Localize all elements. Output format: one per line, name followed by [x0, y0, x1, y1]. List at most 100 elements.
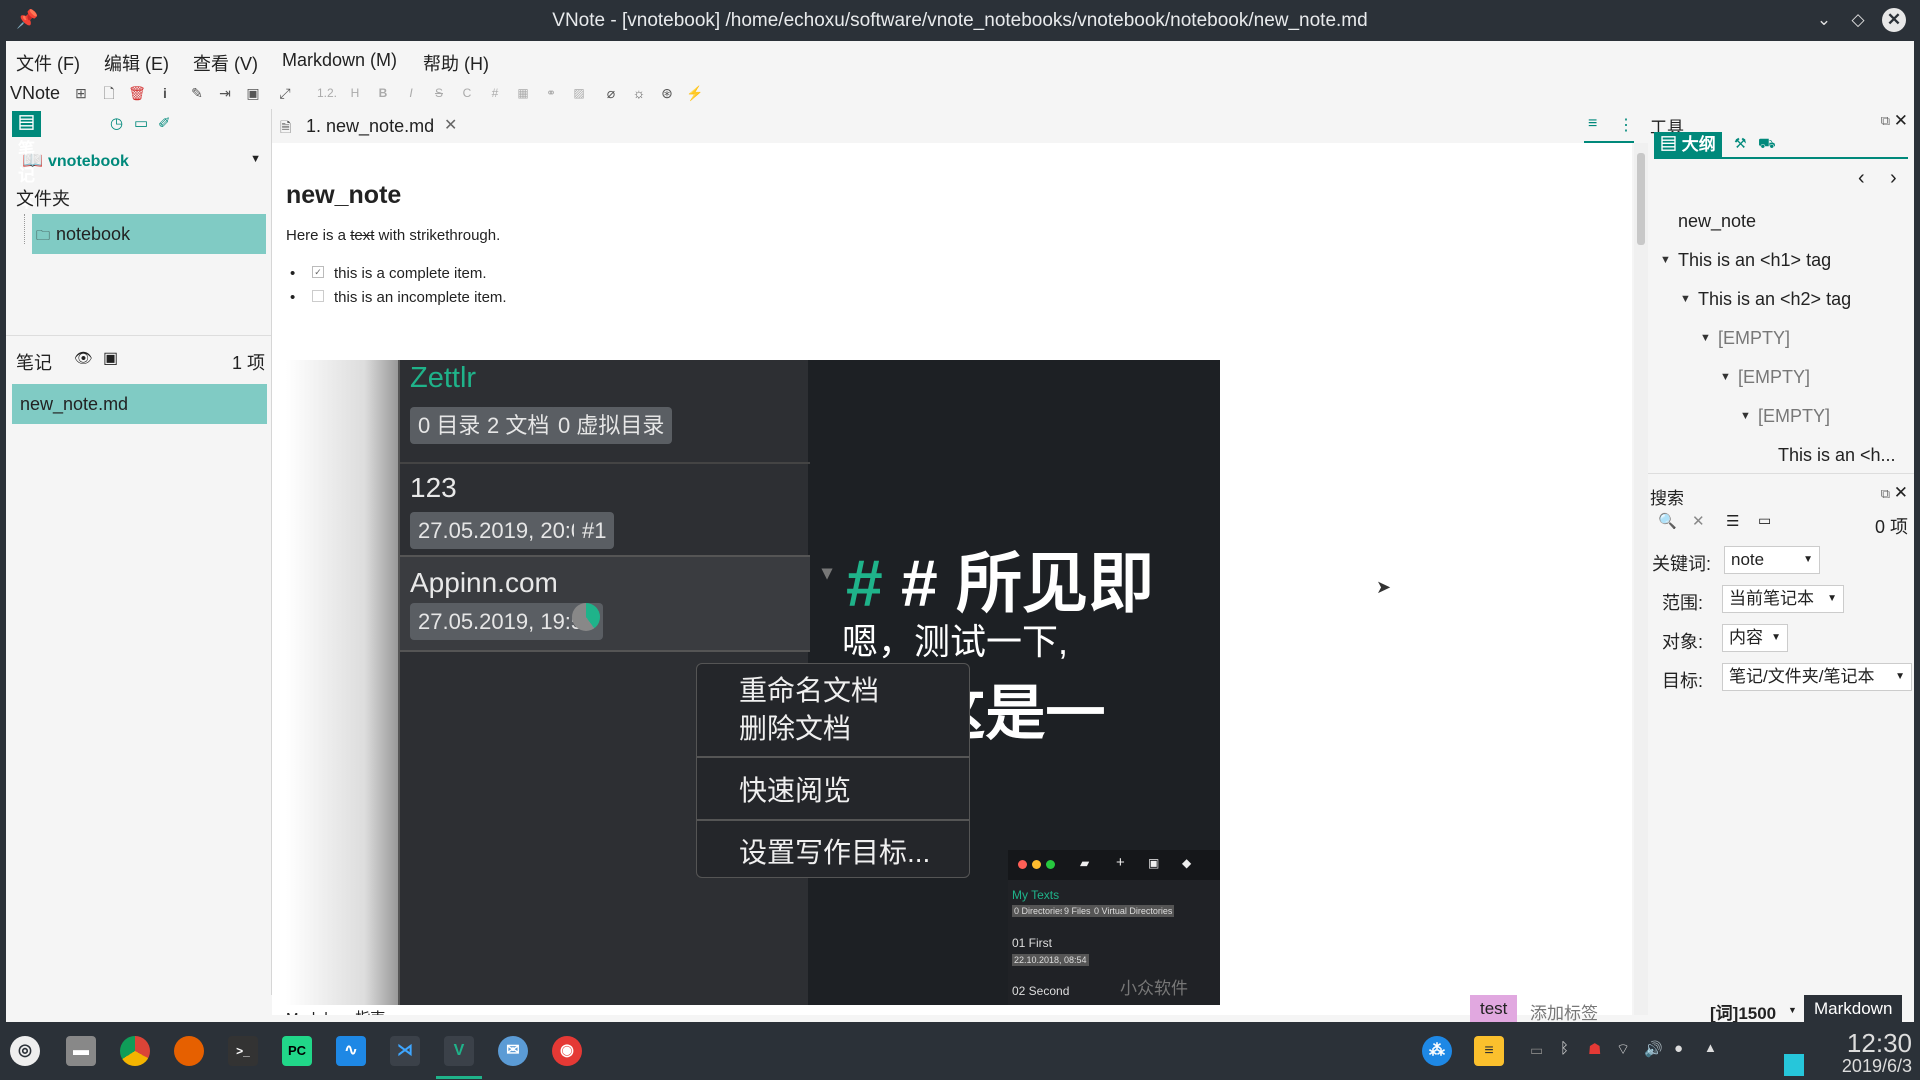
triangle-icon[interactable]: ▼	[1720, 371, 1731, 383]
eye-icon[interactable]: 👁	[74, 349, 93, 367]
chrome-icon[interactable]	[120, 1036, 150, 1066]
console-icon[interactable]: ▭	[1758, 512, 1771, 529]
discard-exit-icon[interactable]: ⇥	[214, 82, 236, 104]
attachment-icon[interactable]: ⌀	[600, 82, 622, 104]
notebook-selector[interactable]: 📖 vnotebook ▼	[16, 149, 271, 175]
forward-icon[interactable]: ›	[1890, 167, 1897, 190]
heading-sequence-icon[interactable]: 1.2.	[316, 82, 338, 104]
info-icon[interactable]: i	[154, 82, 176, 104]
menu-view[interactable]: 查看 (V)	[193, 50, 258, 76]
bold-icon[interactable]: B	[372, 82, 394, 104]
wifi-icon[interactable]: ⌔	[1616, 1040, 1630, 1059]
universal-entry-icon[interactable]: ⊛	[656, 82, 678, 104]
editor-scrollbar[interactable]	[1634, 143, 1648, 1015]
explorer-icon[interactable]: ▭	[134, 114, 148, 132]
close-window-button[interactable]: ✕	[1882, 8, 1906, 32]
code-block-icon[interactable]: #	[484, 82, 506, 104]
add-tag-button[interactable]: 添加标签	[1530, 999, 1598, 1024]
folder-item-notebook[interactable]: 🗀 notebook	[32, 214, 266, 254]
new-notebook-icon[interactable]: ⊞	[70, 82, 92, 104]
workspace-indicator[interactable]	[1784, 1054, 1804, 1076]
tag-icon[interactable]: ✐	[158, 114, 171, 132]
outline-item-h2[interactable]: This is an <h2> tag	[1698, 289, 1851, 310]
outline-item-h-more[interactable]: This is an <h...	[1778, 445, 1896, 466]
terminal-icon[interactable]: >_	[228, 1036, 258, 1066]
outline-item-empty-3[interactable]: [EMPTY]	[1758, 406, 1830, 427]
advanced-icon[interactable]: ☰	[1726, 512, 1739, 530]
menu-markdown[interactable]: Markdown (M)	[282, 50, 397, 71]
heading-icon[interactable]: H	[344, 82, 366, 104]
delete-icon[interactable]: 🗑	[126, 82, 148, 104]
close-icon[interactable]: ✕	[1894, 111, 1908, 131]
triangle-icon[interactable]: ▼	[1740, 410, 1751, 422]
vnote-taskbar-icon[interactable]: V	[444, 1036, 474, 1066]
status-dot-icon[interactable]: ●	[1674, 1040, 1683, 1057]
view-icon[interactable]: ▣	[103, 348, 118, 368]
maximize-icon[interactable]: ◇	[1846, 8, 1870, 32]
table-icon[interactable]: ▦	[512, 82, 534, 104]
vscode-icon[interactable]: ⋊	[390, 1036, 420, 1066]
triangle-icon[interactable]: ▼	[1700, 332, 1711, 344]
notes-app-icon[interactable]: ≡	[1474, 1036, 1504, 1066]
list-icon[interactable]: ≡	[1588, 115, 1597, 133]
tools-icon[interactable]: ⚒	[1734, 135, 1747, 152]
flash-icon[interactable]: ⚡	[684, 82, 706, 104]
keyword-input[interactable]: note ▼	[1724, 546, 1820, 574]
checkbox-checked[interactable]: ✓	[312, 266, 324, 278]
strikethrough-icon[interactable]: S	[428, 82, 450, 104]
ghost-icon[interactable]: ☗	[1588, 1040, 1601, 1058]
menu-edit[interactable]: 编辑 (E)	[104, 50, 169, 76]
back-icon[interactable]: ‹	[1858, 167, 1865, 190]
cart-icon[interactable]: ⛟	[1758, 135, 1776, 154]
outline-item-empty-1[interactable]: [EMPTY]	[1718, 328, 1790, 349]
launcher-icon[interactable]: ◎	[10, 1036, 40, 1066]
firefox-icon[interactable]	[174, 1036, 204, 1066]
file-manager-icon[interactable]: ▬	[66, 1036, 96, 1066]
bluetooth-icon[interactable]: ᛒ	[1560, 1040, 1569, 1057]
object-select[interactable]: 内容 ▼	[1722, 624, 1788, 652]
mode-indicator[interactable]: Markdown	[1804, 995, 1903, 1022]
network-app-icon[interactable]: ⁂	[1422, 1036, 1452, 1066]
keyboard-icon[interactable]: ▭	[1530, 1042, 1543, 1059]
new-note-icon[interactable]: 🗋	[98, 82, 120, 104]
outline-item-empty-2[interactable]: [EMPTY]	[1738, 367, 1810, 388]
save-icon[interactable]: ▣	[242, 82, 264, 104]
chevron-up-icon[interactable]: ▲	[1704, 1040, 1717, 1055]
search-icon[interactable]: 🔍	[1658, 512, 1677, 530]
close-tab-icon[interactable]: ✕	[444, 115, 457, 135]
volume-icon[interactable]: 🔊	[1644, 1040, 1663, 1058]
float-icon[interactable]: ⧉	[1881, 113, 1890, 129]
close-icon[interactable]: ✕	[1894, 483, 1908, 503]
pycharm-icon[interactable]: PC	[282, 1036, 312, 1066]
target-select[interactable]: 笔记/文件夹/笔记本 ▼	[1722, 663, 1912, 691]
mail-icon[interactable]: ✉	[498, 1036, 528, 1066]
menu-help[interactable]: 帮助 (H)	[423, 50, 489, 76]
clock[interactable]: 12:30 2019/6/3	[1842, 1030, 1912, 1077]
clear-icon[interactable]: ✕	[1692, 512, 1705, 530]
outline-item-h1[interactable]: This is an <h1> tag	[1678, 250, 1831, 271]
outline-item-root[interactable]: new_note	[1678, 211, 1756, 232]
image-icon[interactable]: ▨	[568, 82, 590, 104]
triangle-icon[interactable]: ▼	[1660, 254, 1671, 266]
more-icon[interactable]: ⋮	[1618, 115, 1634, 135]
scope-select[interactable]: 当前笔记本 ▼	[1722, 585, 1844, 613]
minimize-icon[interactable]: ⌄	[1812, 8, 1836, 32]
monitor-icon[interactable]: ∿	[336, 1036, 366, 1066]
edit-icon[interactable]: ✎	[186, 82, 208, 104]
history-icon[interactable]: ◷	[110, 114, 123, 132]
note-item[interactable]: new_note.md	[12, 384, 267, 424]
float-icon[interactable]: ⧉	[1881, 486, 1890, 502]
bulb-icon[interactable]: ☼	[628, 82, 650, 104]
italic-icon[interactable]: I	[400, 82, 422, 104]
tag-test[interactable]: test	[1470, 995, 1518, 1022]
word-count[interactable]: [词]1500	[1710, 999, 1776, 1024]
link-icon[interactable]: ⚭	[540, 82, 562, 104]
inline-code-icon[interactable]: C	[456, 82, 478, 104]
expand-icon[interactable]: ⤢	[274, 82, 296, 104]
markdown-document[interactable]: new_note Here is a text with strikethrou…	[272, 143, 1632, 1015]
tab-notebook[interactable]: ▤ 笔记本	[12, 111, 41, 211]
scrollbar-thumb[interactable]	[1637, 153, 1645, 245]
tab-outline[interactable]: ▤ 大纲	[1654, 132, 1722, 157]
triangle-icon[interactable]: ▼	[1680, 293, 1691, 305]
checkbox-unchecked[interactable]	[312, 290, 324, 302]
